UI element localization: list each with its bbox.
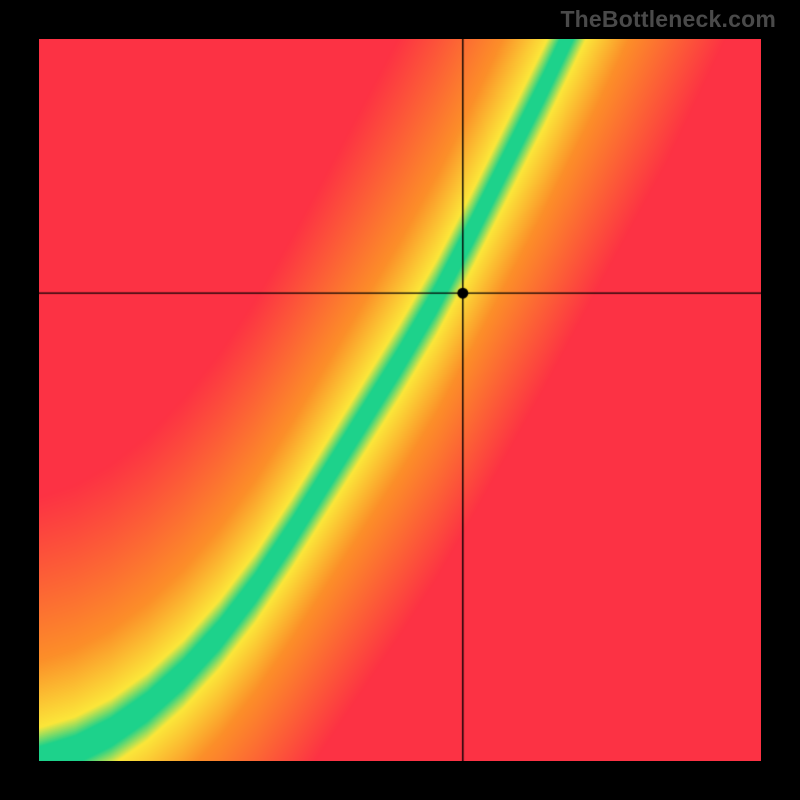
bottleneck-heatmap: [39, 39, 761, 761]
watermark-text: TheBottleneck.com: [560, 6, 776, 33]
